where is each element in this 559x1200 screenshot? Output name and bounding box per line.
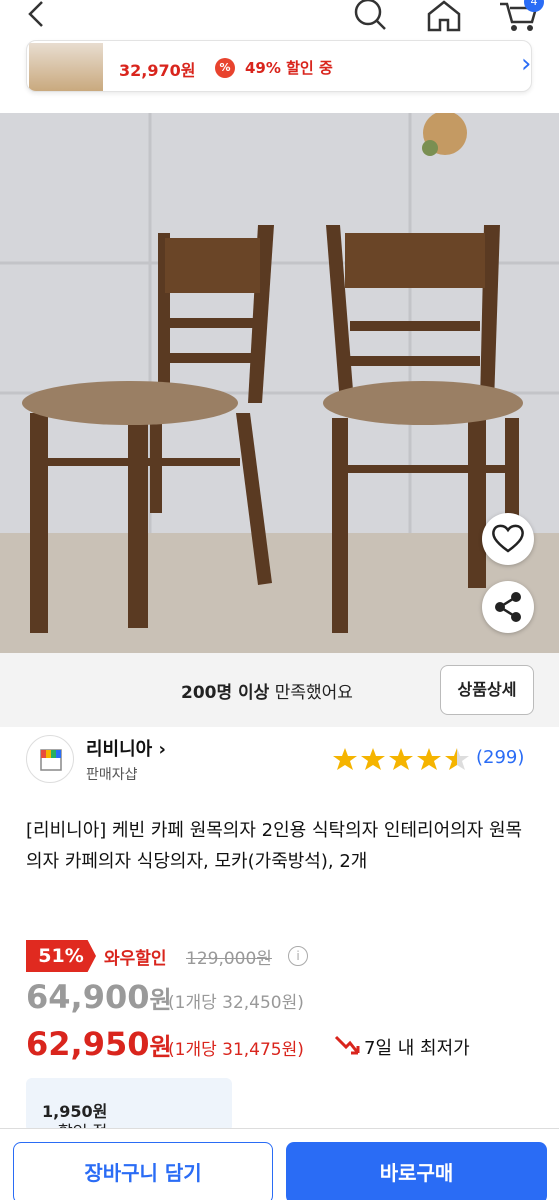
deal-price: 32,970원	[119, 61, 196, 80]
discount-applied-text: 1,950원 할인 적용됨	[42, 1098, 107, 1165]
deal-thumbnail	[29, 43, 103, 91]
wow-price: 62,950원	[26, 1025, 172, 1063]
wow-discount-label: 와우할인	[104, 949, 167, 969]
search-icon[interactable]	[352, 0, 388, 32]
chevron-right-icon: ›	[521, 49, 532, 79]
discount-badge: 51%	[26, 940, 96, 972]
wow-unit-price: (1개당 31,475원)	[168, 1040, 304, 1060]
favorite-button[interactable]	[482, 513, 534, 565]
home-icon[interactable]	[426, 0, 462, 32]
discount-percent-icon: %	[215, 58, 235, 78]
discount-applied-box: 1,950원 할인 적용됨	[26, 1078, 232, 1165]
seller-shop-label: 판매자샵	[86, 767, 138, 783]
regular-price: 64,900원	[26, 978, 172, 1016]
seller-logo[interactable]	[26, 735, 74, 783]
chairs-photo	[0, 113, 559, 653]
product-title: [리비니아] 케빈 카페 원목의자 2인용 식탁의자 인테리어의자 원목의자 카…	[26, 820, 523, 872]
bottom-action-bar: 장바구니 담기 바로구매	[0, 1128, 559, 1200]
price-drop-icon	[334, 1035, 360, 1055]
buy-now-button[interactable]: 바로구매	[286, 1142, 547, 1200]
lowest-price-label: 7일 내 최저가	[364, 1038, 470, 1059]
info-icon[interactable]: i	[288, 946, 308, 966]
product-detail-button[interactable]: 상품상세	[440, 665, 534, 715]
wow-price-number: 62,950	[26, 1025, 150, 1063]
regular-unit-price: (1개당 32,450원)	[168, 993, 304, 1013]
original-price: 129,000원	[186, 949, 272, 969]
satisfaction-bar: 200명 이상 만족했어요 상품상세	[0, 653, 559, 727]
regular-price-number: 64,900	[26, 978, 150, 1016]
add-to-cart-button[interactable]: 장바구니 담기	[13, 1142, 273, 1200]
deal-banner[interactable]: 32,970원 % 49% 할인 중 ›	[26, 40, 532, 92]
product-image-gallery[interactable]	[0, 113, 559, 653]
share-icon	[495, 592, 521, 622]
heart-icon	[492, 524, 524, 553]
back-arrow-icon[interactable]	[22, 0, 52, 32]
store-icon	[40, 749, 62, 771]
deal-title-cropped	[119, 41, 449, 49]
rating-stars	[333, 748, 469, 770]
top-nav: 4	[0, 0, 559, 36]
satisfaction-text: 200명 이상 만족했어요	[181, 678, 353, 703]
share-button[interactable]	[482, 581, 534, 633]
product-page: 4 32,970원 % 49% 할인 중 › 200명 이상 만족했어요 상품상…	[0, 0, 559, 1200]
deal-discount: 49% 할인 중	[245, 59, 333, 77]
satisfaction-count: 200명 이상	[181, 683, 270, 703]
satisfaction-label: 만족했어요	[274, 683, 353, 703]
review-count-link[interactable]: (299)	[476, 747, 524, 768]
seller-name-link[interactable]: 리비니아 ›	[86, 735, 166, 761]
